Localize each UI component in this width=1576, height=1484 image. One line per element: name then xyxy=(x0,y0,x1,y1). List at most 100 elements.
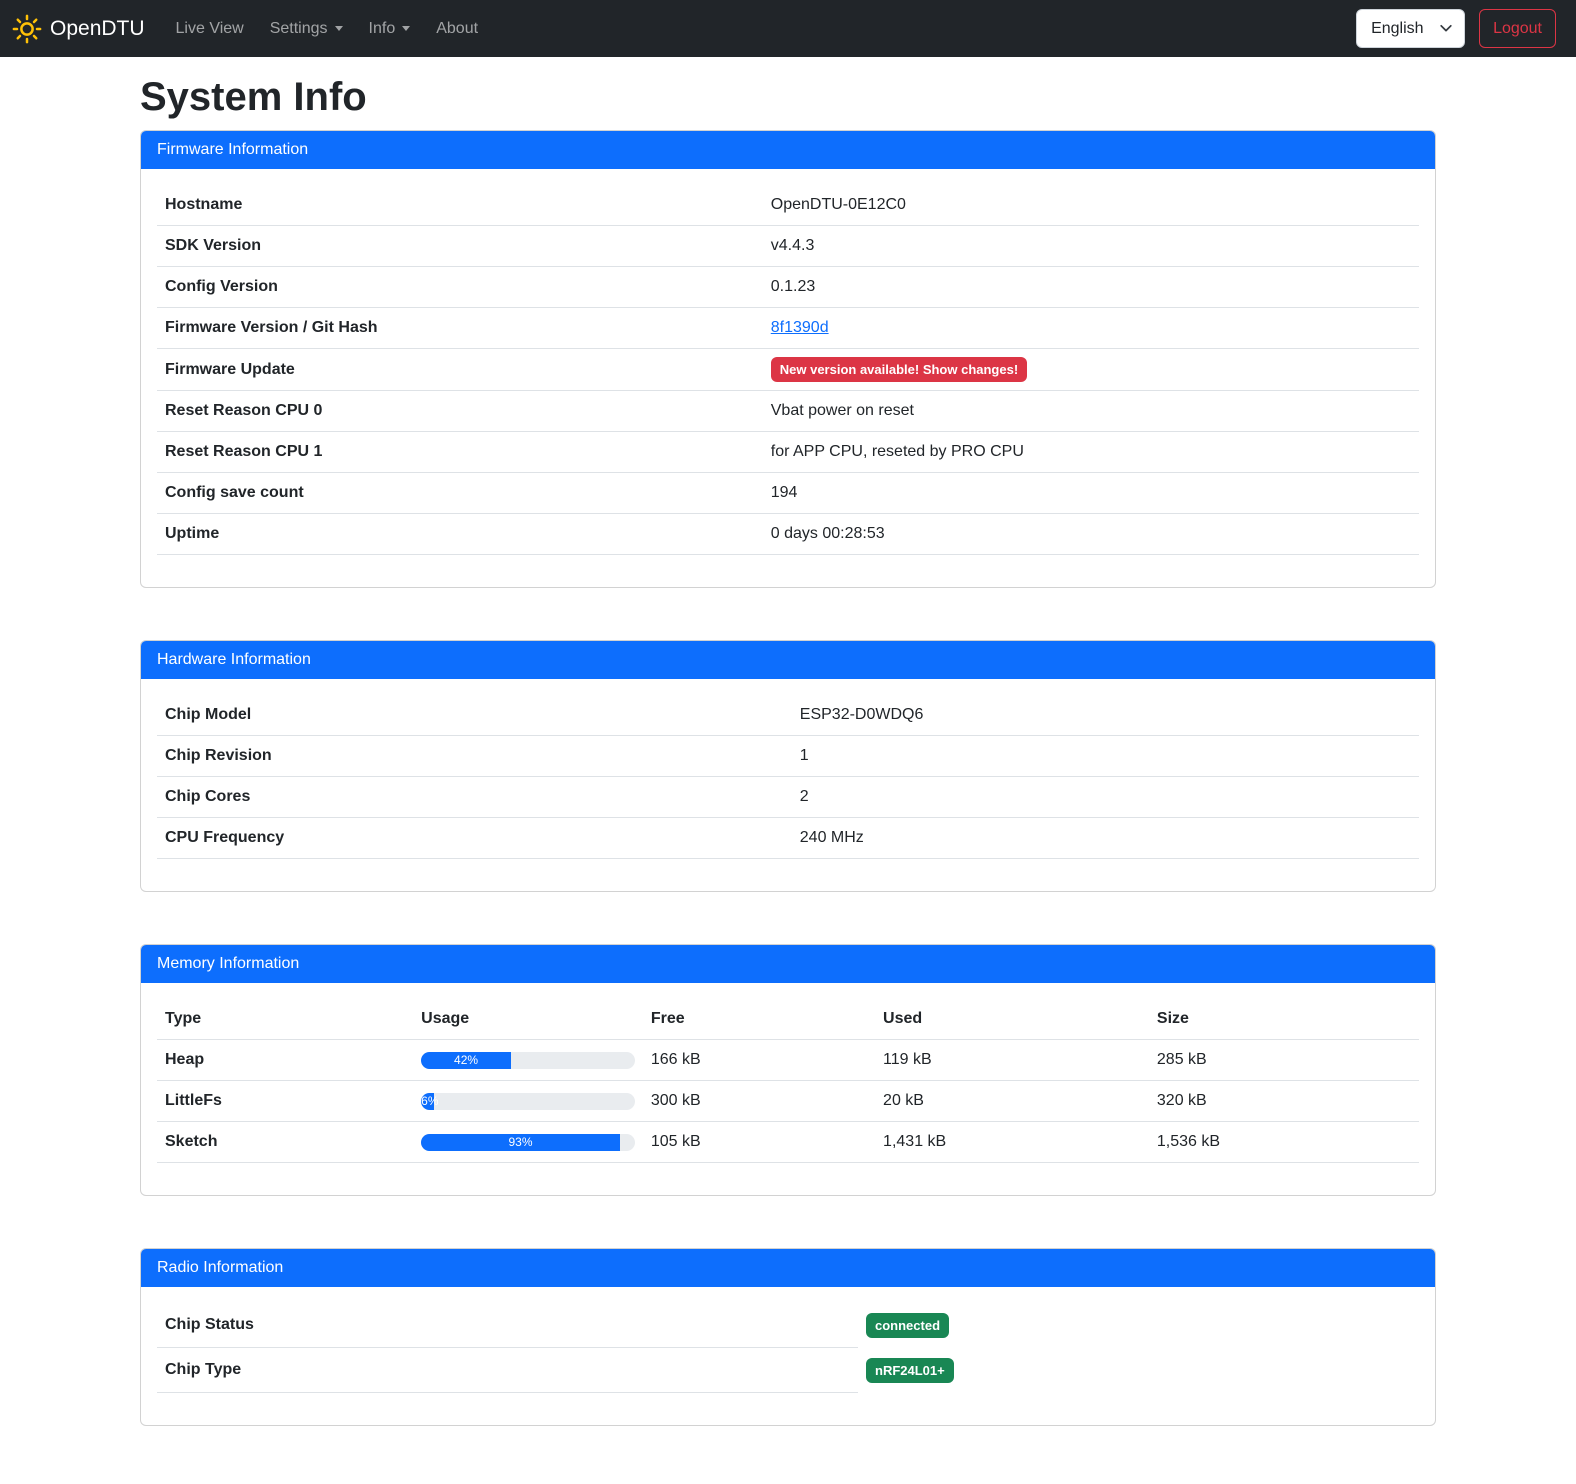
row-label: Heap xyxy=(157,1040,413,1081)
row-label: Chip Type xyxy=(157,1348,858,1393)
table-row: SDK Version v4.4.3 xyxy=(157,226,1419,267)
row-label: Firmware Update xyxy=(157,349,763,391)
row-label: Chip Model xyxy=(157,695,792,736)
table-row: Chip Revision 1 xyxy=(157,736,1419,777)
nav-item-label: Info xyxy=(369,20,396,38)
heap-usage-progress: 42% xyxy=(421,1052,635,1069)
table-row: Uptime 0 days 00:28:53 xyxy=(157,514,1419,555)
progress-bar-fill: 42% xyxy=(421,1052,511,1069)
table-row: Sketch 93% 105 kB 1,431 kB 1,536 kB xyxy=(157,1122,1419,1163)
brand-label: OpenDTU xyxy=(50,17,145,41)
table-row: Heap 42% 166 kB 119 kB 285 kB xyxy=(157,1040,1419,1081)
sun-icon xyxy=(12,14,42,44)
column-header-free: Free xyxy=(643,999,875,1040)
littlefs-usage-progress: 6% xyxy=(421,1093,635,1110)
table-row: Chip Status connected xyxy=(157,1303,954,1348)
row-label: Config Version xyxy=(157,267,763,308)
row-value: New version available! Show changes! xyxy=(763,349,1419,391)
usage-cell: 42% xyxy=(413,1040,643,1081)
table-row: Firmware Update New version available! S… xyxy=(157,349,1419,391)
card-body: Chip Status connected Chip Type nRF24L01… xyxy=(141,1287,1435,1425)
table-row: Chip Type nRF24L01+ xyxy=(157,1348,954,1393)
git-hash-link[interactable]: 8f1390d xyxy=(771,319,829,336)
chip-cores-value: 2 xyxy=(792,777,1419,818)
nav-item-settings[interactable]: Settings xyxy=(257,12,356,46)
row-label: Chip Cores xyxy=(157,777,792,818)
table-row: Chip Cores 2 xyxy=(157,777,1419,818)
row-label: Reset Reason CPU 0 xyxy=(157,391,763,432)
radio-table: Chip Status connected Chip Type nRF24L01… xyxy=(157,1303,954,1393)
hardware-table: Chip Model ESP32-D0WDQ6 Chip Revision 1 … xyxy=(157,695,1419,859)
card-header: Radio Information xyxy=(141,1249,1435,1287)
usage-cell: 6% xyxy=(413,1081,643,1122)
nav-item-about[interactable]: About xyxy=(423,12,491,46)
chevron-down-icon xyxy=(402,26,410,31)
firmware-update-badge[interactable]: New version available! Show changes! xyxy=(771,357,1027,382)
table-row: Hostname OpenDTU-0E12C0 xyxy=(157,185,1419,226)
language-select-wrap: English xyxy=(1356,9,1465,48)
bottom-spacer xyxy=(140,1426,1436,1484)
table-row: Config Version 0.1.23 xyxy=(157,267,1419,308)
sketch-usage-progress: 93% xyxy=(421,1134,635,1151)
card-body: Chip Model ESP32-D0WDQ6 Chip Revision 1 … xyxy=(141,679,1435,891)
uptime-value: 0 days 00:28:53 xyxy=(763,514,1419,555)
chip-status-badge: connected xyxy=(866,1313,949,1338)
nav-item-label: Settings xyxy=(270,20,328,38)
row-label: CPU Frequency xyxy=(157,818,792,859)
table-row: Reset Reason CPU 1 for APP CPU, reseted … xyxy=(157,432,1419,473)
free-value: 166 kB xyxy=(643,1040,875,1081)
row-value: connected xyxy=(858,1303,954,1348)
table-row: CPU Frequency 240 MHz xyxy=(157,818,1419,859)
used-value: 20 kB xyxy=(875,1081,1149,1122)
nav-item-live-view[interactable]: Live View xyxy=(163,12,257,46)
config-version-value: 0.1.23 xyxy=(763,267,1419,308)
card-body: Type Usage Free Used Size Heap 42% xyxy=(141,983,1435,1195)
row-label: Chip Revision xyxy=(157,736,792,777)
config-save-count-value: 194 xyxy=(763,473,1419,514)
row-label: Reset Reason CPU 1 xyxy=(157,432,763,473)
table-row: LittleFs 6% 300 kB 20 kB 320 kB xyxy=(157,1081,1419,1122)
card-header: Hardware Information xyxy=(141,641,1435,679)
free-value: 105 kB xyxy=(643,1122,875,1163)
chip-type-badge: nRF24L01+ xyxy=(866,1358,954,1383)
cpu-frequency-value: 240 MHz xyxy=(792,818,1419,859)
sdk-version-value: v4.4.3 xyxy=(763,226,1419,267)
column-header-type: Type xyxy=(157,999,413,1040)
logout-button[interactable]: Logout xyxy=(1479,9,1556,48)
card-body: Hostname OpenDTU-0E12C0 SDK Version v4.4… xyxy=(141,169,1435,587)
size-value: 320 kB xyxy=(1149,1081,1419,1122)
row-label: Uptime xyxy=(157,514,763,555)
row-label: Chip Status xyxy=(157,1303,858,1348)
language-select[interactable]: English xyxy=(1356,9,1465,48)
navbar: OpenDTU Live View Settings Info About En… xyxy=(0,0,1576,57)
nav-item-label: About xyxy=(436,20,478,38)
size-value: 285 kB xyxy=(1149,1040,1419,1081)
used-value: 119 kB xyxy=(875,1040,1149,1081)
chip-model-value: ESP32-D0WDQ6 xyxy=(792,695,1419,736)
radio-information-card: Radio Information Chip Status connected … xyxy=(140,1248,1436,1426)
column-header-used: Used xyxy=(875,999,1149,1040)
table-row: Firmware Version / Git Hash 8f1390d xyxy=(157,308,1419,349)
row-value: nRF24L01+ xyxy=(858,1348,954,1393)
reset-reason-cpu1-value: for APP CPU, reseted by PRO CPU xyxy=(763,432,1419,473)
firmware-information-card: Firmware Information Hostname OpenDTU-0E… xyxy=(140,130,1436,588)
chip-revision-value: 1 xyxy=(792,736,1419,777)
used-value: 1,431 kB xyxy=(875,1122,1149,1163)
usage-cell: 93% xyxy=(413,1122,643,1163)
row-label: SDK Version xyxy=(157,226,763,267)
row-label: Firmware Version / Git Hash xyxy=(157,308,763,349)
column-header-usage: Usage xyxy=(413,999,643,1040)
memory-table: Type Usage Free Used Size Heap 42% xyxy=(157,999,1419,1163)
row-label: Config save count xyxy=(157,473,763,514)
row-label: Sketch xyxy=(157,1122,413,1163)
nav-item-info[interactable]: Info xyxy=(356,12,424,46)
row-value: 8f1390d xyxy=(763,308,1419,349)
memory-information-card: Memory Information Type Usage Free Used … xyxy=(140,944,1436,1196)
reset-reason-cpu0-value: Vbat power on reset xyxy=(763,391,1419,432)
hardware-information-card: Hardware Information Chip Model ESP32-D0… xyxy=(140,640,1436,892)
brand[interactable]: OpenDTU xyxy=(12,14,145,44)
firmware-table: Hostname OpenDTU-0E12C0 SDK Version v4.4… xyxy=(157,185,1419,555)
row-label: LittleFs xyxy=(157,1081,413,1122)
free-value: 300 kB xyxy=(643,1081,875,1122)
size-value: 1,536 kB xyxy=(1149,1122,1419,1163)
